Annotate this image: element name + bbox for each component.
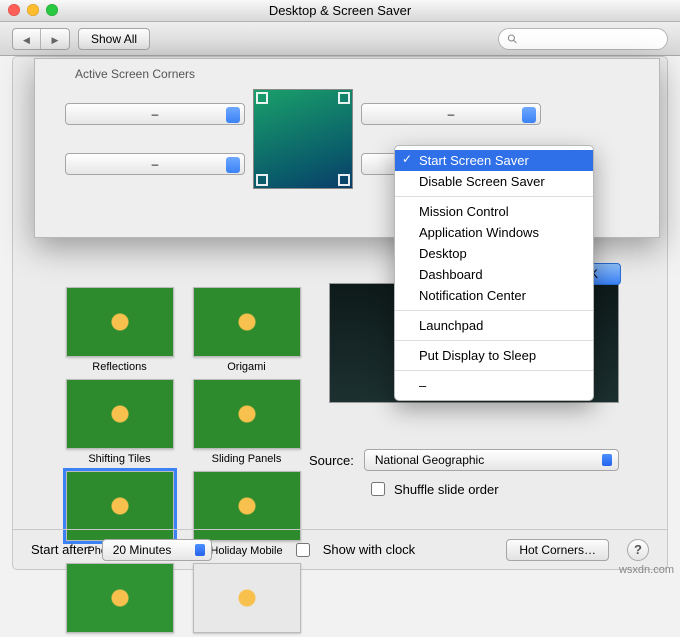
chevron-updown-icon: [604, 455, 610, 465]
screensaver-option[interactable]: [63, 563, 176, 637]
menu-item[interactable]: Put Display to Sleep: [395, 345, 593, 366]
corner-action-menu[interactable]: Start Screen SaverDisable Screen Saver Mi…: [394, 145, 594, 401]
corner-top-left-popup[interactable]: –: [65, 103, 245, 125]
chevron-updown-icon: [232, 159, 238, 169]
chevron-left-icon: ◀: [23, 35, 30, 45]
show-clock-label: Show with clock: [323, 542, 415, 557]
screensaver-option[interactable]: Sliding Panels: [190, 379, 303, 465]
minimize-icon[interactable]: [27, 4, 39, 16]
screensaver-label: Origami: [190, 361, 303, 373]
bottom-bar: Start after: 20 Minutes Show with clock …: [13, 529, 667, 569]
menu-item[interactable]: Disable Screen Saver: [395, 171, 593, 192]
shuffle-row: Shuffle slide order: [309, 479, 619, 499]
corner-marker-icon: [256, 92, 268, 104]
window-titlebar: Desktop & Screen Saver: [0, 0, 680, 22]
show-clock-checkbox[interactable]: [296, 543, 310, 557]
screensaver-option[interactable]: Shifting Tiles: [63, 379, 176, 465]
show-all-button[interactable]: Show All: [78, 28, 150, 50]
screensaver-option[interactable]: [190, 563, 303, 637]
traffic-lights: [8, 4, 58, 16]
chevron-updown-icon: [232, 109, 238, 119]
start-after-label: Start after:: [31, 542, 92, 557]
corner-top-right-popup[interactable]: –: [361, 103, 541, 125]
screensaver-thumb: [193, 563, 301, 633]
chevron-right-icon: ▶: [52, 35, 59, 45]
corner-marker-icon: [256, 174, 268, 186]
screensaver-option[interactable]: Origami: [190, 287, 303, 373]
shuffle-label: Shuffle slide order: [394, 482, 499, 497]
menu-item[interactable]: –: [395, 375, 593, 396]
sheet-title: Active Screen Corners: [75, 67, 195, 81]
shuffle-checkbox[interactable]: [371, 482, 385, 496]
menu-item[interactable]: Mission Control: [395, 201, 593, 222]
screensaver-thumb: [193, 287, 301, 357]
corner-bottom-left-popup[interactable]: –: [65, 153, 245, 175]
source-row: Source: National Geographic: [309, 449, 619, 471]
start-after-popup[interactable]: 20 Minutes: [102, 539, 212, 561]
screensaver-label: Sliding Panels: [190, 453, 303, 465]
toolbar: ◀ ▶ Show All: [0, 22, 680, 56]
screensaver-thumb: [193, 379, 301, 449]
window-title: Desktop & Screen Saver: [269, 3, 411, 18]
corner-value: –: [152, 107, 159, 121]
screensaver-grid: Reflections Origami Shifting Tiles Slidi…: [63, 287, 303, 637]
menu-item[interactable]: Application Windows: [395, 222, 593, 243]
nav-segmented: ◀ ▶: [12, 28, 70, 50]
chevron-updown-icon: [528, 109, 534, 119]
forward-button[interactable]: ▶: [41, 29, 69, 49]
corner-value: –: [448, 107, 455, 121]
screensaver-option[interactable]: Reflections: [63, 287, 176, 373]
corner-marker-icon: [338, 92, 350, 104]
corner-marker-icon: [338, 174, 350, 186]
watermark: wsxdn.com: [619, 564, 674, 576]
source-value: National Geographic: [375, 453, 484, 467]
menu-item[interactable]: Desktop: [395, 243, 593, 264]
search-icon: [507, 33, 518, 45]
help-button[interactable]: ?: [627, 539, 649, 561]
corner-value: –: [152, 157, 159, 171]
menu-item[interactable]: Dashboard: [395, 264, 593, 285]
hot-corners-button[interactable]: Hot Corners…: [506, 539, 609, 561]
screensaver-label: Shifting Tiles: [63, 453, 176, 465]
chevron-updown-icon: [197, 545, 203, 555]
source-popup[interactable]: National Geographic: [364, 449, 619, 471]
menu-item[interactable]: Launchpad: [395, 315, 593, 336]
close-icon[interactable]: [8, 4, 20, 16]
display-thumbnail: [253, 89, 353, 189]
back-button[interactable]: ◀: [13, 29, 41, 49]
menu-item[interactable]: Start Screen Saver: [395, 150, 593, 171]
search-input[interactable]: [522, 31, 659, 47]
start-after-value: 20 Minutes: [113, 543, 172, 557]
screensaver-thumb: [66, 379, 174, 449]
menu-item[interactable]: Notification Center: [395, 285, 593, 306]
source-label: Source:: [309, 453, 354, 468]
screensaver-thumb: [66, 287, 174, 357]
screensaver-label: Reflections: [63, 361, 176, 373]
search-field[interactable]: [498, 28, 668, 50]
screensaver-thumb: [66, 563, 174, 633]
zoom-icon[interactable]: [46, 4, 58, 16]
